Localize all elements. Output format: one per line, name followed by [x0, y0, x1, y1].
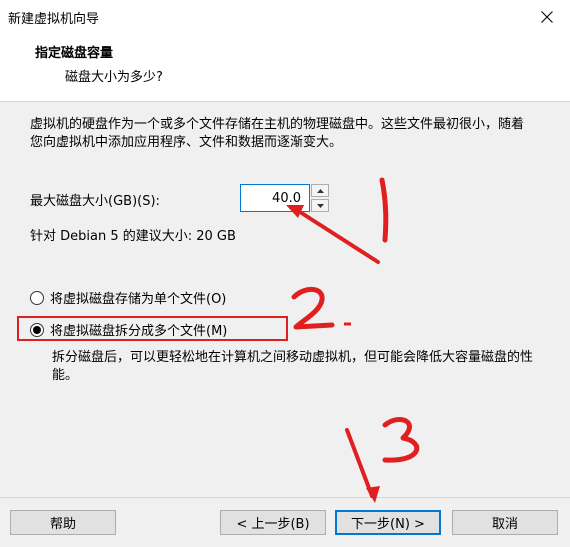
help-button[interactable]: 帮助 [10, 510, 116, 535]
back-button[interactable]: < 上一步(B) [220, 510, 326, 535]
close-button[interactable] [524, 0, 570, 33]
spin-down-button[interactable] [311, 199, 329, 212]
radio-single-file-control[interactable] [30, 290, 44, 305]
recommended-size-text: 针对 Debian 5 的建议大小: 20 GB [30, 229, 236, 244]
page-title: 指定磁盘容量 [35, 46, 114, 61]
window-title: 新建虚拟机向导 [8, 12, 100, 27]
wizard-footer: 帮助 < 上一步(B) 下一步(N) > 取消 [0, 497, 570, 547]
wizard-header: 指定磁盘容量 磁盘大小为多少? [0, 33, 570, 102]
max-disk-size-spinner [240, 184, 330, 212]
max-disk-size-label: 最大磁盘大小(GB)(S): [30, 194, 160, 209]
close-icon [541, 10, 553, 23]
chevron-up-icon [316, 188, 324, 193]
split-disk-note: 拆分磁盘后，可以更轻松地在计算机之间移动虚拟机，但可能会降低大容量磁盘的性能。 [52, 350, 534, 383]
page-subtitle: 磁盘大小为多少? [65, 70, 163, 85]
title-bar: 新建虚拟机向导 [0, 0, 570, 33]
max-disk-size-input[interactable] [240, 184, 310, 212]
annotation-highlight-box [17, 316, 288, 341]
chevron-down-icon [316, 203, 324, 208]
disk-description: 虚拟机的硬盘作为一个或多个文件存储在主机的物理磁盘中。这些文件最初很小，随着您向… [30, 117, 525, 150]
radio-single-file[interactable]: 将虚拟磁盘存储为单个文件(O) [30, 288, 226, 307]
wizard-content: 虚拟机的硬盘作为一个或多个文件存储在主机的物理磁盘中。这些文件最初很小，随着您向… [0, 102, 570, 497]
spin-up-button[interactable] [311, 184, 329, 197]
radio-single-file-label: 将虚拟磁盘存储为单个文件(O) [50, 292, 227, 307]
next-button[interactable]: 下一步(N) > [335, 510, 441, 535]
cancel-button[interactable]: 取消 [452, 510, 558, 535]
